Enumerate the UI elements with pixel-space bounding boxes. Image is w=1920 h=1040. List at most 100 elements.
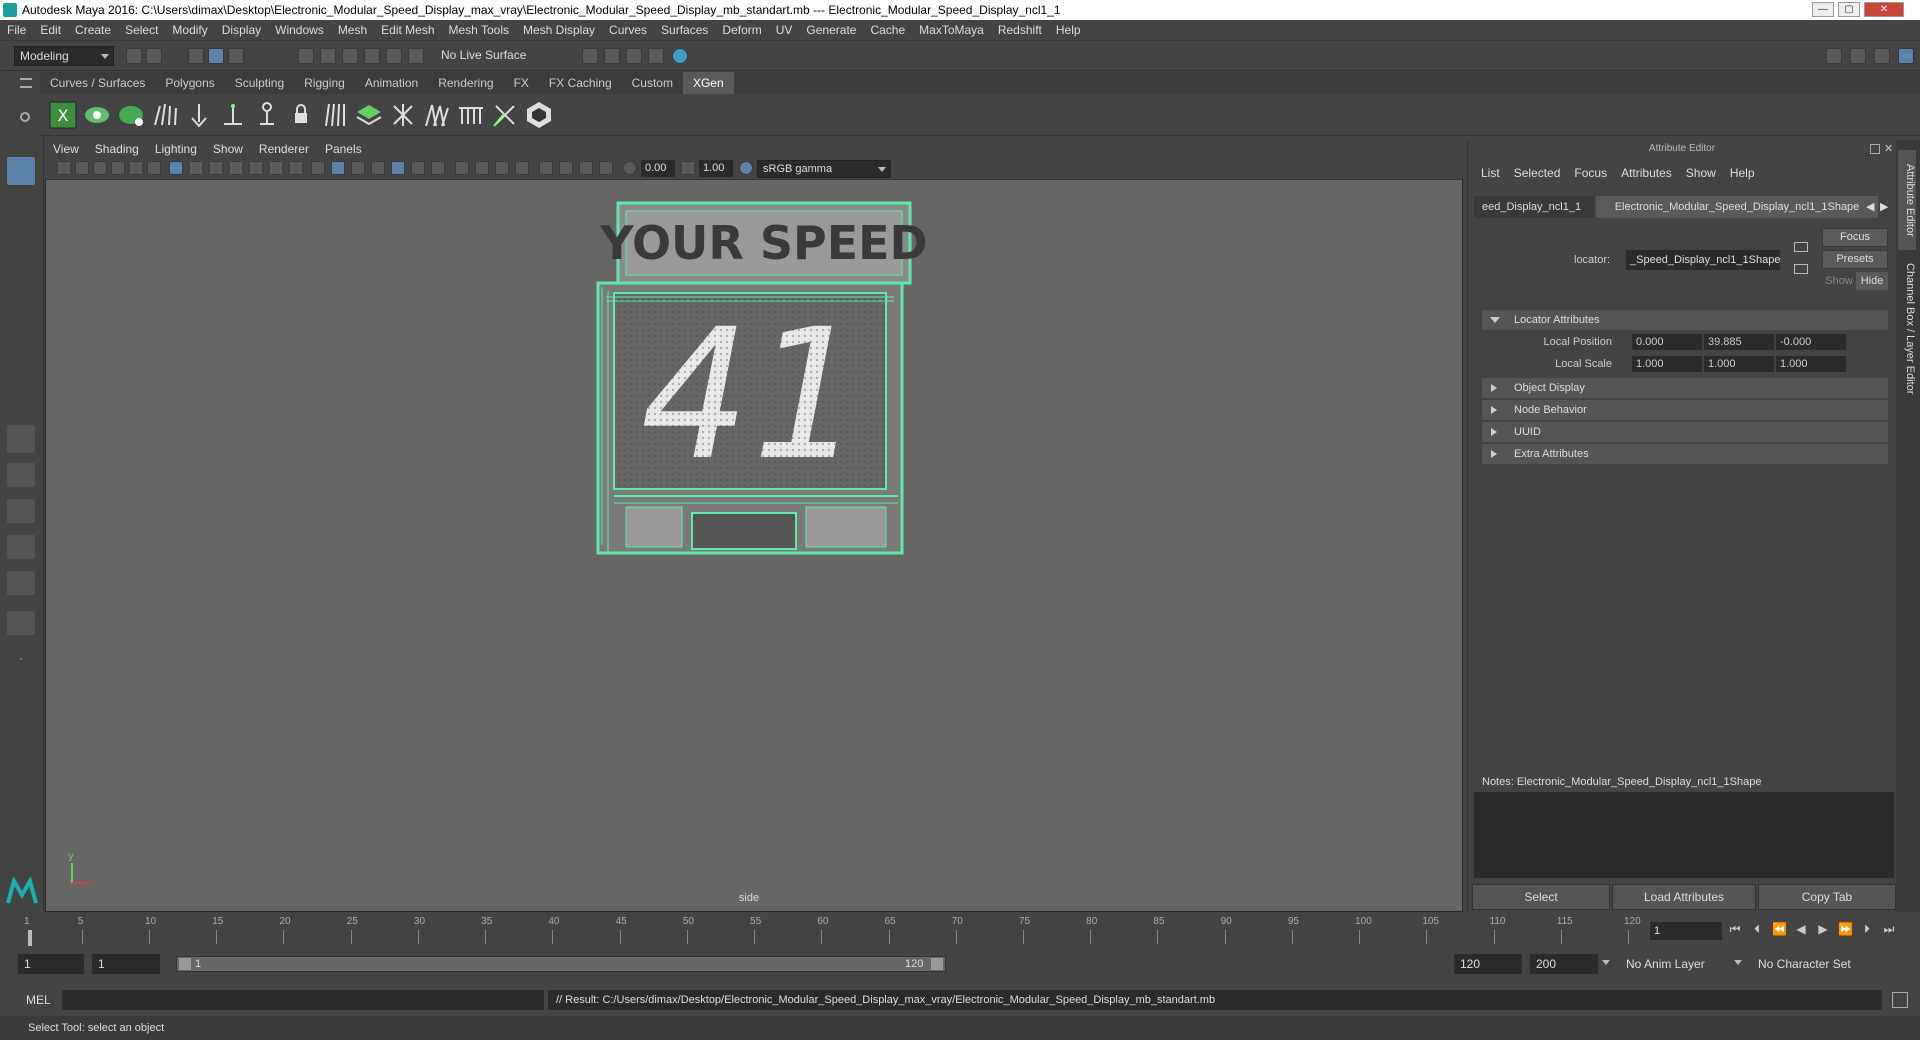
- grease-pencil-icon[interactable]: [147, 161, 161, 175]
- locator-name-field[interactable]: _Speed_Display_ncl1_1Shape: [1626, 250, 1780, 270]
- xgen-layer-icon[interactable]: [354, 100, 384, 130]
- local-position-x[interactable]: 0.000: [1632, 334, 1702, 350]
- xgen-lock-guide-icon[interactable]: [286, 100, 316, 130]
- snap-curve-icon[interactable]: [320, 48, 336, 64]
- hide-button[interactable]: Hide: [1856, 272, 1888, 290]
- render-frame-icon[interactable]: [604, 48, 620, 64]
- resolution-gate-icon[interactable]: [209, 161, 223, 175]
- xgen-sculpt-guide-icon[interactable]: [252, 100, 282, 130]
- animation-preferences-icon[interactable]: [1888, 956, 1904, 972]
- vp-menu-shading[interactable]: Shading: [87, 140, 147, 158]
- local-position-y[interactable]: 39.885: [1704, 334, 1774, 350]
- menu-edit[interactable]: Edit: [33, 20, 68, 41]
- range-start-handle[interactable]: [179, 958, 191, 970]
- xgen-description-icon[interactable]: [116, 100, 146, 130]
- image-plane-icon[interactable]: [111, 161, 125, 175]
- persp-outliner-layout-icon[interactable]: [7, 499, 35, 523]
- tab-prev-icon[interactable]: ◀: [1866, 200, 1874, 213]
- xgen-noise-icon[interactable]: [490, 100, 520, 130]
- vp-menu-view[interactable]: View: [45, 140, 87, 158]
- vp-menu-lighting[interactable]: Lighting: [147, 140, 205, 158]
- shelf-tab-animation[interactable]: Animation: [355, 72, 428, 94]
- outliner-layout-icon[interactable]: [7, 571, 35, 595]
- playback-start-field[interactable]: 1: [92, 954, 160, 974]
- save-scene-icon[interactable]: [146, 48, 162, 64]
- field-chart-icon[interactable]: [249, 161, 263, 175]
- vp-menu-show[interactable]: Show: [205, 140, 251, 158]
- current-frame-field[interactable]: 1: [1650, 922, 1722, 940]
- step-back-key-icon[interactable]: ⏴: [1750, 922, 1764, 936]
- move-tool-icon[interactable]: [7, 265, 35, 293]
- menu-help[interactable]: Help: [1049, 20, 1088, 41]
- use-all-lights-icon[interactable]: [411, 161, 425, 175]
- range-end-handle[interactable]: [931, 958, 943, 970]
- local-position-z[interactable]: -0.000: [1776, 334, 1846, 350]
- viewport-scene[interactable]: YOUR SPEED 41 y z: [46, 141, 1464, 913]
- xray-icon[interactable]: [559, 161, 573, 175]
- safe-title-icon[interactable]: [289, 161, 303, 175]
- playback-end-field[interactable]: 120: [1454, 954, 1522, 974]
- xgen-grooming-icon[interactable]: [150, 100, 180, 130]
- xgen-guides-icon[interactable]: [320, 100, 350, 130]
- ambient-occlusion-icon[interactable]: [455, 161, 469, 175]
- snap-view-icon[interactable]: [364, 48, 380, 64]
- shelf-tab-xgen[interactable]: XGen: [682, 72, 734, 94]
- xgen-preview-icon[interactable]: [82, 100, 112, 130]
- safe-action-icon[interactable]: [269, 161, 283, 175]
- smooth-shade-icon[interactable]: [331, 161, 345, 175]
- select-component-icon[interactable]: [228, 48, 244, 64]
- depth-of-field-icon[interactable]: [515, 161, 529, 175]
- close-panel-icon[interactable]: ✕: [1884, 142, 1893, 155]
- menu-edit-mesh[interactable]: Edit Mesh: [374, 20, 441, 41]
- go-to-end-icon[interactable]: ⏭: [1882, 922, 1896, 936]
- xgen-interactive-groom-icon[interactable]: [524, 100, 554, 130]
- section-locator-attributes[interactable]: Locator Attributes: [1482, 310, 1888, 330]
- section-object-display[interactable]: Object Display: [1482, 378, 1888, 398]
- ae-tab-shape[interactable]: Electronic_Modular_Speed_Display_ncl1_1S…: [1596, 196, 1878, 218]
- menu-surfaces[interactable]: Surfaces: [654, 20, 715, 41]
- wireframe-icon[interactable]: [311, 161, 325, 175]
- persp-graph-layout-icon[interactable]: [7, 535, 35, 559]
- vp-menu-panels[interactable]: Panels: [317, 140, 370, 158]
- xgen-add-guide-icon[interactable]: [218, 100, 248, 130]
- time-slider[interactable]: 1 5 10 15 20 25 30 35 40 45 50 55 60 65 70 75 80 85 90 95 10…: [24, 914, 1644, 946]
- shelf-tab-curves-surfaces[interactable]: Curves / Surfaces: [40, 72, 155, 94]
- rotate-tool-icon[interactable]: [7, 301, 35, 329]
- tab-next-icon[interactable]: ▶: [1880, 200, 1888, 213]
- shelf-scroll-arrows[interactable]: [1902, 100, 1910, 130]
- attribute-editor-toggle-icon[interactable]: [1850, 48, 1866, 64]
- animation-end-field[interactable]: 200: [1530, 954, 1598, 974]
- color-management-icon[interactable]: [739, 161, 753, 175]
- menu-display[interactable]: Display: [215, 20, 268, 41]
- anti-aliasing-icon[interactable]: [495, 161, 509, 175]
- shelf-tab-sculpting[interactable]: Sculpting: [225, 72, 294, 94]
- shelf-tab-rendering[interactable]: Rendering: [428, 72, 503, 94]
- ae-menu-help[interactable]: Help: [1723, 164, 1762, 182]
- ae-menu-focus[interactable]: Focus: [1567, 164, 1614, 182]
- go-to-output-icon[interactable]: [1794, 264, 1808, 274]
- play-backwards-icon[interactable]: ◀: [1794, 922, 1808, 936]
- menu-generate[interactable]: Generate: [799, 20, 863, 41]
- exposure-icon[interactable]: [623, 161, 637, 175]
- hypershade-icon[interactable]: [672, 48, 688, 64]
- select-object-icon[interactable]: [208, 48, 224, 64]
- script-editor-icon[interactable]: [1892, 992, 1908, 1008]
- more-layouts-icon[interactable]: ·: [7, 653, 35, 675]
- textured-icon[interactable]: [371, 161, 385, 175]
- lasso-tool-icon[interactable]: [7, 193, 35, 221]
- xgen-cut-icon[interactable]: [456, 100, 486, 130]
- snap-vertex-icon[interactable]: [408, 48, 424, 64]
- open-scene-icon[interactable]: [126, 48, 142, 64]
- render-view-icon[interactable]: [582, 48, 598, 64]
- menu-mesh-display[interactable]: Mesh Display: [516, 20, 602, 41]
- ae-menu-show[interactable]: Show: [1679, 164, 1723, 182]
- speed-sign-model[interactable]: YOUR SPEED 41: [596, 201, 928, 555]
- section-node-behavior[interactable]: Node Behavior: [1482, 400, 1888, 420]
- default-material-icon[interactable]: [351, 161, 365, 175]
- select-button[interactable]: Select: [1472, 884, 1610, 910]
- shelf-tab-fx-caching[interactable]: FX Caching: [539, 72, 622, 94]
- show-button[interactable]: Show: [1824, 272, 1854, 290]
- minimize-button[interactable]: —: [1812, 2, 1834, 17]
- hypershade-layout-icon[interactable]: [7, 611, 35, 635]
- snap-surface-icon[interactable]: [386, 48, 402, 64]
